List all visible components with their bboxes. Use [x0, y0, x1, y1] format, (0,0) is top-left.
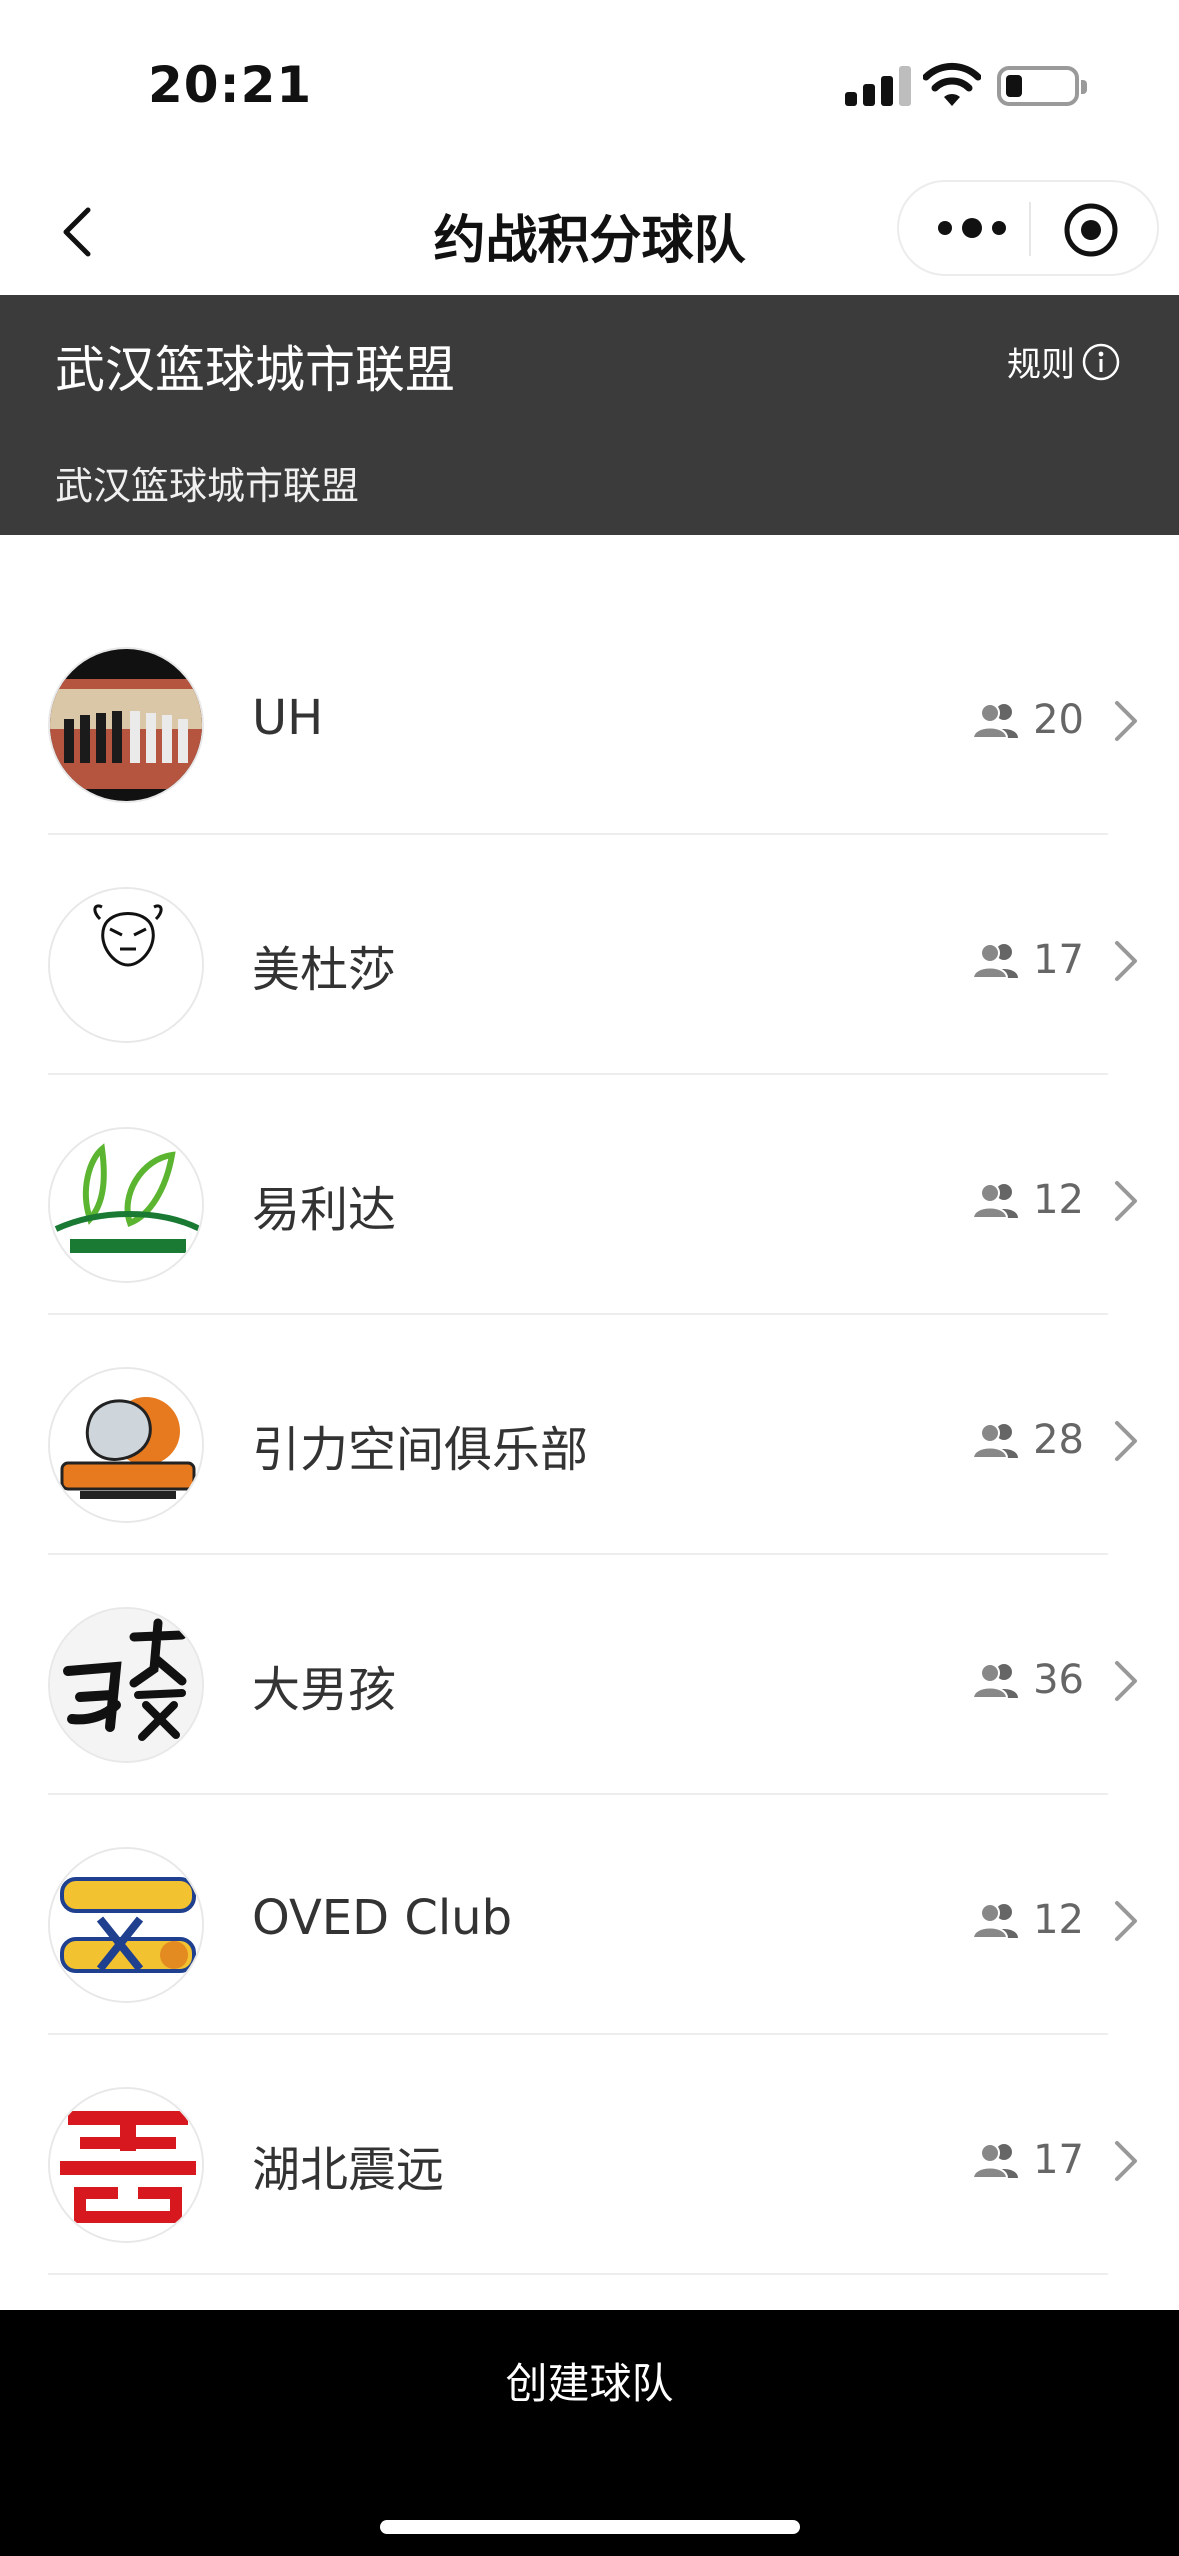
members-icon — [973, 1423, 1019, 1458]
wifi-icon — [923, 62, 981, 106]
mini-program-capsule — [897, 180, 1159, 276]
team-avatar — [48, 1127, 204, 1283]
team-avatar — [48, 1367, 204, 1523]
league-title: 武汉篮球城市联盟 — [55, 341, 455, 399]
member-count-value: 12 — [1033, 1177, 1084, 1223]
team-avatar — [48, 647, 204, 803]
info-icon — [1082, 343, 1120, 380]
members-icon — [973, 1183, 1019, 1218]
member-count-value: 17 — [1033, 937, 1084, 983]
team-avatar — [48, 1847, 204, 2003]
team-name: 大男孩 — [252, 1662, 397, 1718]
league-header: 武汉篮球城市联盟 规则 武汉篮球城市联盟 — [0, 295, 1179, 535]
members-icon — [973, 1663, 1019, 1698]
team-row[interactable]: 大男孩 36 — [0, 1555, 1179, 1795]
chevron-right-icon — [1115, 701, 1137, 741]
member-count-value: 17 — [1033, 2137, 1084, 2183]
member-count-value: 28 — [1033, 1417, 1084, 1463]
chevron-right-icon — [1115, 941, 1137, 981]
team-row[interactable]: 引力空间俱乐部 28 — [0, 1315, 1179, 1555]
member-count-value: 20 — [1033, 697, 1084, 743]
chevron-right-icon — [1115, 1661, 1137, 1701]
member-count: 17 — [973, 937, 1084, 983]
capsule-divider — [1029, 202, 1031, 256]
team-list: UH 20 美杜莎 17 易利达 12 引力空间俱乐部 28 大男孩 36 OV… — [0, 595, 1179, 2275]
team-row[interactable]: OVED Club 12 — [0, 1795, 1179, 2035]
member-count: 12 — [973, 1177, 1084, 1223]
team-row[interactable]: 湖北震远 17 — [0, 2035, 1179, 2275]
status-bar: 20:21 — [0, 0, 1179, 170]
members-icon — [973, 943, 1019, 978]
member-count: 17 — [973, 2137, 1084, 2183]
team-row[interactable]: UH 20 — [0, 595, 1179, 835]
member-count-value: 12 — [1033, 1897, 1084, 1943]
team-avatar — [48, 1607, 204, 1763]
members-icon — [973, 703, 1019, 738]
rules-button[interactable]: 规则 — [1007, 337, 1121, 386]
battery-icon — [997, 66, 1087, 106]
chevron-right-icon — [1115, 1421, 1137, 1461]
team-name: 易利达 — [252, 1182, 397, 1238]
team-name: UH — [252, 690, 324, 746]
home-indicator[interactable] — [380, 2520, 800, 2534]
team-name: OVED Club — [252, 1890, 513, 1946]
rules-label: 规则 — [1007, 345, 1075, 385]
member-count: 20 — [973, 697, 1084, 743]
member-count: 36 — [973, 1657, 1084, 1703]
create-team-button[interactable]: 创建球队 — [0, 2350, 1179, 2411]
chevron-right-icon — [1115, 2141, 1137, 2181]
clock: 20:21 — [148, 56, 313, 114]
members-icon — [973, 2143, 1019, 2178]
team-name: 引力空间俱乐部 — [252, 1422, 589, 1478]
cellular-signal-icon — [845, 66, 917, 106]
team-avatar — [48, 887, 204, 1043]
close-mini-program-icon[interactable] — [1063, 202, 1119, 258]
team-row[interactable]: 美杜莎 17 — [0, 835, 1179, 1075]
member-count: 12 — [973, 1897, 1084, 1943]
navigation-bar: 约战积分球队 — [0, 170, 1179, 295]
member-count: 28 — [973, 1417, 1084, 1463]
member-count-value: 36 — [1033, 1657, 1084, 1703]
team-name: 美杜莎 — [252, 942, 397, 998]
bottom-action-bar: 创建球队 — [0, 2310, 1179, 2556]
members-icon — [973, 1903, 1019, 1938]
more-options-icon[interactable] — [927, 208, 1017, 248]
league-subtitle: 武汉篮球城市联盟 — [55, 464, 360, 508]
chevron-right-icon — [1115, 1181, 1137, 1221]
team-row[interactable]: 易利达 12 — [0, 1075, 1179, 1315]
team-avatar — [48, 2087, 204, 2243]
team-name: 湖北震远 — [252, 2142, 445, 2198]
chevron-right-icon — [1115, 1901, 1137, 1941]
